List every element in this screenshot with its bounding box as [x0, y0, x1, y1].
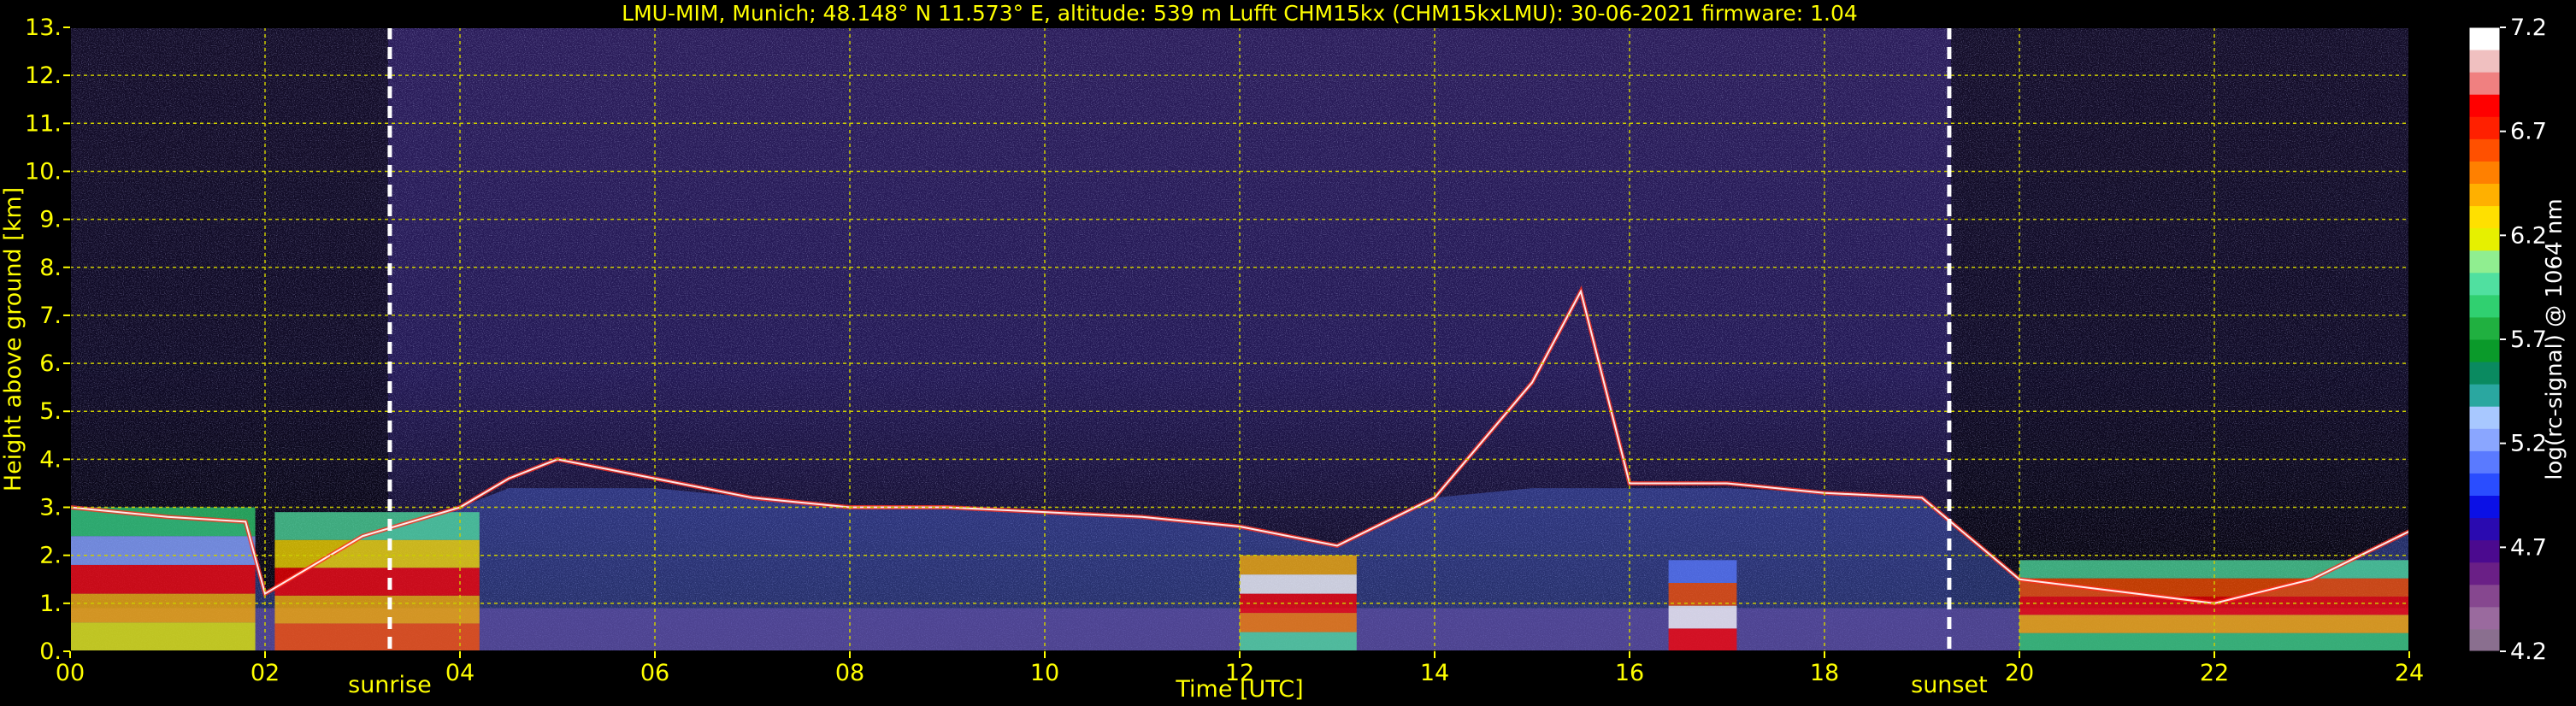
backscatter-cell	[1240, 593, 1357, 614]
backscatter-cell	[70, 564, 256, 594]
y-tick-label: 6.	[39, 350, 62, 377]
sunrise-label: sunrise	[348, 672, 432, 698]
x-tick-label: 08	[835, 660, 864, 686]
colorbar-segment	[2469, 161, 2500, 184]
backscatter-cell	[1668, 582, 1737, 606]
colorbar-segment	[2469, 539, 2500, 563]
x-tick-label: 02	[251, 660, 280, 686]
backscatter-cell	[1668, 605, 1737, 629]
colorbar-segment	[2469, 606, 2500, 630]
colorbar-segment	[2469, 50, 2500, 73]
colorbar-segment	[2469, 495, 2500, 519]
colorbar-segment	[2469, 183, 2500, 207]
backscatter-cell	[1668, 560, 1737, 583]
colorbar-segment	[2469, 272, 2500, 296]
y-tick-label: 10.	[25, 158, 62, 185]
backscatter-cell	[1668, 628, 1737, 651]
x-tick-label: 06	[640, 660, 669, 686]
backscatter-cell	[274, 512, 480, 540]
colorbar-segment	[2469, 628, 2500, 652]
colorbar-segment	[2469, 94, 2500, 117]
backscatter-cell	[1240, 574, 1357, 594]
backscatter-cell	[70, 622, 256, 651]
colorbar-segment	[2469, 27, 2500, 50]
y-axis: 0. 1. 2. 3. 4. 5. 6. 7. 8. 9. 10. 11. 12. 13.	[25, 15, 70, 665]
sunset-label: sunset	[1911, 672, 1988, 698]
colorbar-label: log(rc-signal) @ 1064 nm	[2542, 198, 2567, 479]
x-tick-label: 22	[2200, 660, 2229, 686]
event-labels: sunrise sunset	[348, 672, 1988, 698]
ceilometer-figure: LMU-MIM, Munich; 48.148° N 11.573° E, al…	[0, 1, 2567, 703]
colorbar-segment	[2469, 406, 2500, 429]
y-tick-label: 5.	[39, 398, 62, 425]
y-tick-label: 2.	[39, 543, 62, 569]
backscatter-cell	[2019, 596, 2409, 615]
colorbar-tick-label: 6.7	[2510, 119, 2547, 145]
colorbar-tick-label: 4.7	[2510, 534, 2547, 561]
colorbar-segment	[2469, 72, 2500, 95]
backscatter-cell	[70, 536, 256, 565]
x-tick-label: 16	[1615, 660, 1644, 686]
colorbar-segment	[2469, 384, 2500, 407]
colorbar-segment	[2469, 584, 2500, 608]
x-axis-label: Time [UTC]	[1175, 676, 1303, 703]
y-tick-label: 3.	[39, 495, 62, 521]
y-tick-label: 8.	[39, 255, 62, 281]
backscatter-cell	[274, 539, 480, 568]
colorbar-segment	[2469, 562, 2500, 585]
colorbar-segment	[2469, 473, 2500, 496]
backscatter-cell	[2019, 632, 2409, 651]
colorbar-segment	[2469, 138, 2500, 162]
colorbar-segment	[2469, 227, 2500, 251]
x-tick-label: 14	[1420, 660, 1449, 686]
y-tick-label: 11.	[25, 110, 62, 137]
colorbar-segment	[2469, 428, 2500, 451]
x-tick-label: 24	[2395, 660, 2424, 686]
colorbar-segment	[2469, 316, 2500, 340]
backscatter-cell	[70, 593, 256, 623]
y-tick-label: 7.	[39, 303, 62, 329]
colorbar-segment	[2469, 294, 2500, 318]
y-tick-label: 12.	[25, 62, 62, 89]
colorbar-segment	[2469, 339, 2500, 362]
y-tick-label: 9.	[39, 207, 62, 233]
y-tick-label: 1.	[39, 591, 62, 617]
colorbar-tick-label: 7.2	[2510, 15, 2547, 41]
colorbar-tick-label: 4.2	[2510, 638, 2547, 665]
backscatter-cell	[274, 595, 480, 624]
colorbar-segment	[2469, 250, 2500, 274]
y-axis-label: Height above ground [km]	[0, 187, 27, 491]
x-tick-label: 18	[1810, 660, 1839, 686]
x-tick-label: 20	[2005, 660, 2034, 686]
backscatter-cell	[274, 623, 480, 651]
colorbar-segment	[2469, 517, 2500, 541]
y-tick-label: 0.	[39, 638, 62, 665]
backscatter-cell	[1240, 613, 1357, 632]
y-tick-label: 4.	[39, 446, 62, 473]
colorbar-segment	[2469, 362, 2500, 385]
chart-title: LMU-MIM, Munich; 48.148° N 11.573° E, al…	[622, 1, 1858, 26]
backscatter-cell	[1240, 632, 1357, 651]
y-tick-label: 13.	[25, 15, 62, 41]
colorbar: 4.24.75.25.76.26.77.2	[2468, 15, 2547, 665]
x-tick-label: 10	[1030, 660, 1059, 686]
colorbar-segment	[2469, 450, 2500, 474]
backscatter-cell	[1240, 555, 1357, 575]
colorbar-segment	[2469, 116, 2500, 139]
colorbar-segment	[2469, 205, 2500, 229]
x-tick-label: 04	[445, 660, 475, 686]
plot-area	[69, 26, 2411, 652]
